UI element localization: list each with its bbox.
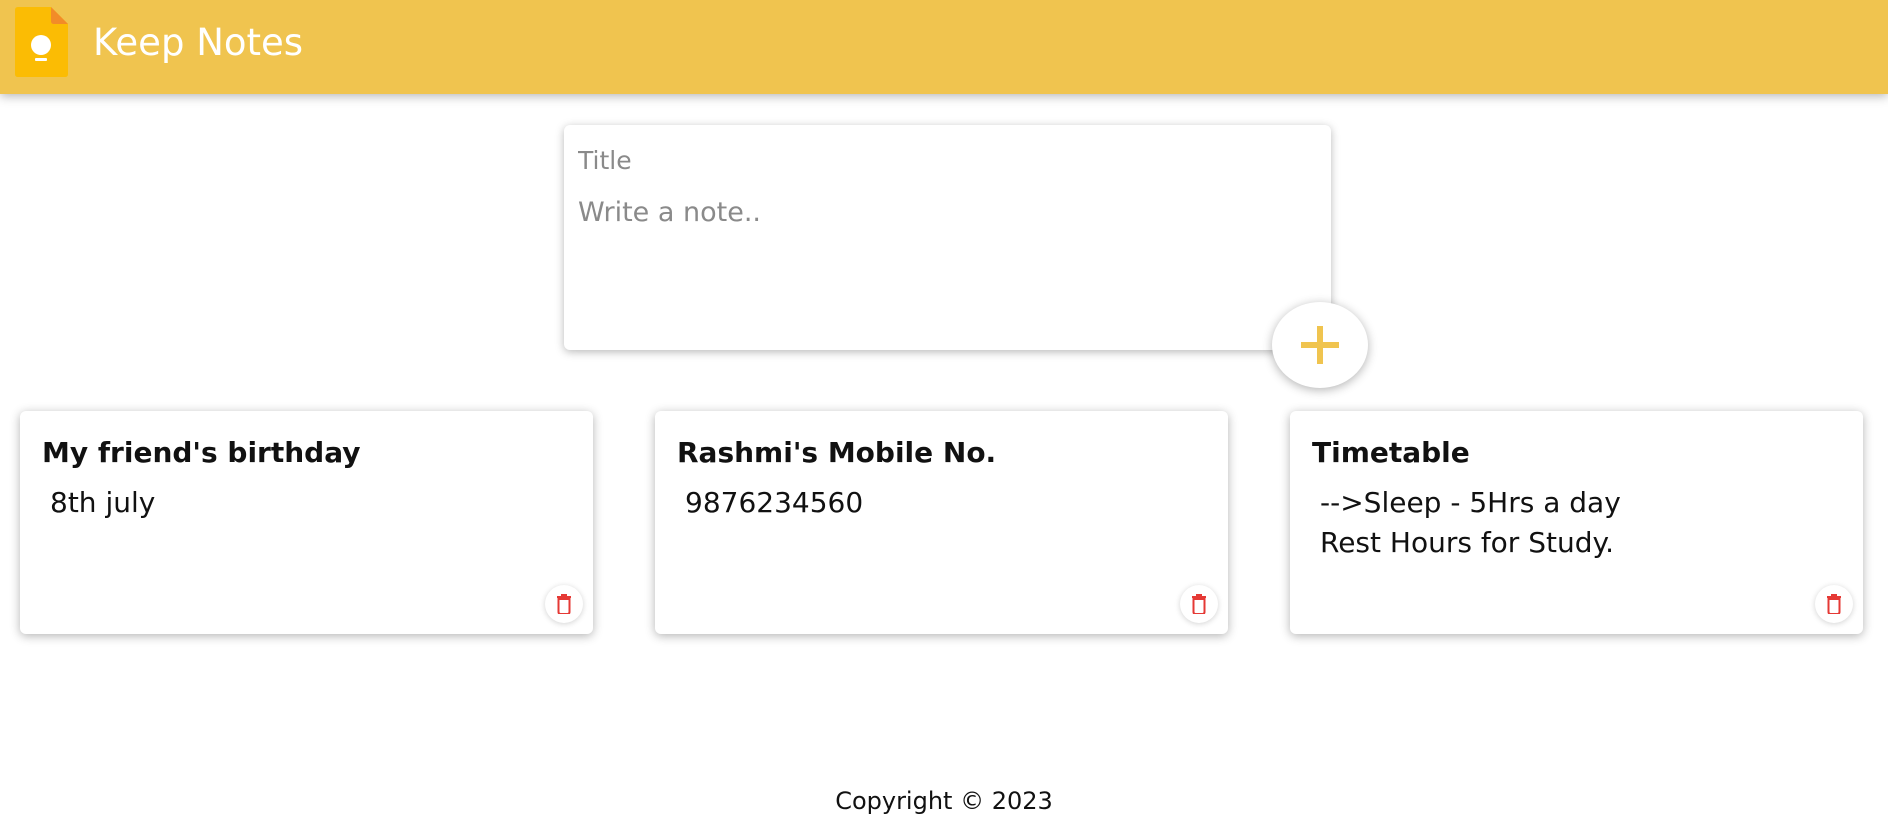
app-title: Keep Notes bbox=[93, 21, 304, 64]
trash-icon bbox=[557, 594, 571, 614]
app-header: Keep Notes bbox=[0, 0, 1888, 94]
add-note-button[interactable] bbox=[1272, 302, 1368, 388]
note-card: Timetable -->Sleep - 5Hrs a day Rest Hou… bbox=[1290, 411, 1863, 634]
delete-note-button[interactable] bbox=[1815, 585, 1853, 623]
note-card: My friend's birthday 8th july bbox=[20, 411, 593, 634]
note-body: 8th july bbox=[50, 486, 156, 519]
plus-icon bbox=[1301, 326, 1339, 364]
keep-lightbulb-icon bbox=[15, 7, 68, 77]
note-body: 9876234560 bbox=[685, 486, 864, 519]
copyright-text: Copyright © 2023 bbox=[835, 787, 1053, 815]
delete-note-button[interactable] bbox=[1180, 585, 1218, 623]
trash-icon bbox=[1827, 594, 1841, 614]
trash-icon bbox=[1192, 594, 1206, 614]
note-title: My friend's birthday bbox=[42, 436, 361, 469]
delete-note-button[interactable] bbox=[545, 585, 583, 623]
note-title: Timetable bbox=[1312, 436, 1470, 469]
notes-list: My friend's birthday 8th july Rashmi's M… bbox=[0, 0, 1888, 814]
note-card: Rashmi's Mobile No. 9876234560 bbox=[655, 411, 1228, 634]
note-body: -->Sleep - 5Hrs a day Rest Hours for Stu… bbox=[1320, 486, 1621, 559]
footer: Copyright © 2023 bbox=[0, 786, 1888, 816]
note-title: Rashmi's Mobile No. bbox=[677, 436, 997, 469]
